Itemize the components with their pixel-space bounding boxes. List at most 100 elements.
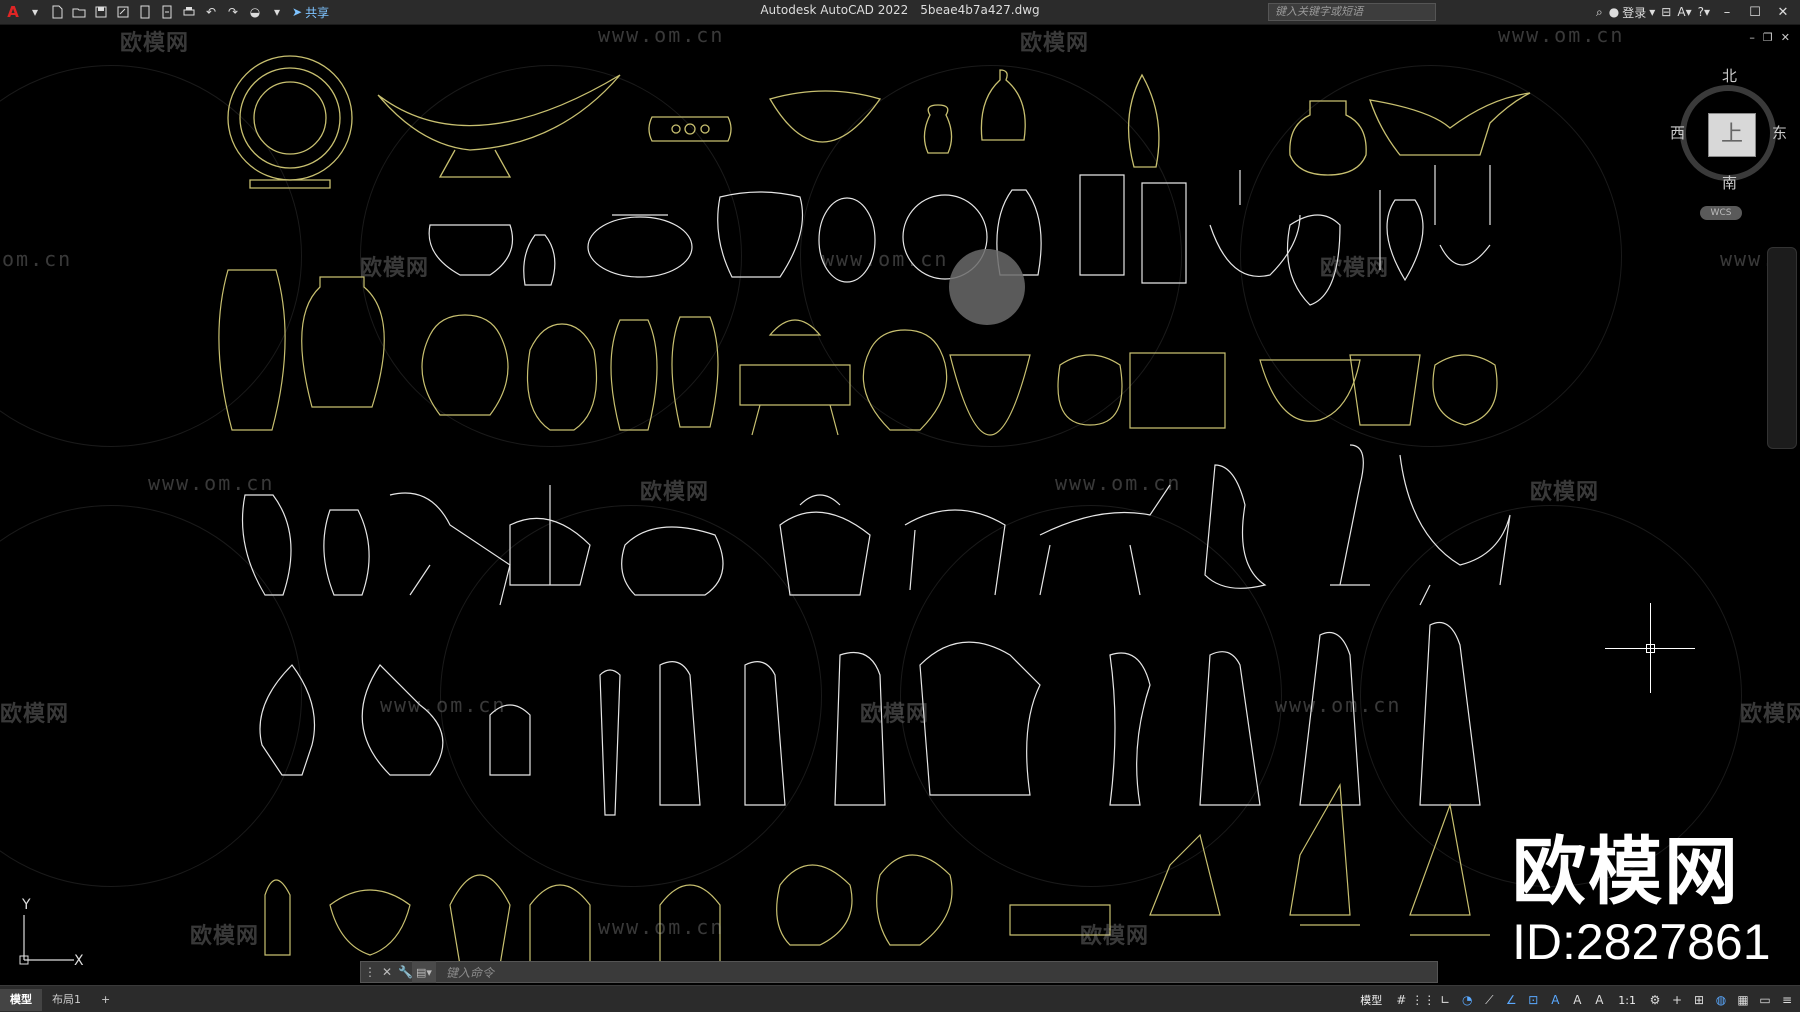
censer [739, 319, 851, 436]
viewcube-top-face[interactable]: 上 [1708, 113, 1756, 157]
ucs-x-label: X [74, 953, 84, 969]
minimize-icon[interactable]: – [1716, 5, 1738, 20]
open-web-icon[interactable] [136, 3, 154, 21]
wcs-menu[interactable]: WCS [1700, 206, 1742, 220]
clean-screen-icon[interactable]: ▭ [1756, 991, 1774, 1009]
share-icon: ➤ [292, 5, 303, 19]
brand-overlay: 欧模网 ID:2827861 [1512, 835, 1771, 967]
cart-icon[interactable]: ⊟ [1661, 5, 1671, 19]
command-grip-icon[interactable]: ⋮ [364, 965, 376, 979]
compass-south[interactable]: 南 [1722, 172, 1737, 193]
settings-gear-icon[interactable]: ⚙ [1646, 991, 1664, 1009]
user-icon: ● [1608, 5, 1620, 19]
tripod-pot [1432, 354, 1498, 426]
maximize-icon[interactable]: ☐ [1744, 5, 1766, 20]
viewport-minimize-icon[interactable]: – [1749, 31, 1755, 44]
candelabra-left [1209, 170, 1301, 277]
watermark-url: www.om.cn [598, 915, 725, 939]
ucs-icon: Y X [14, 895, 94, 979]
command-close-icon[interactable]: ✕ [382, 965, 392, 979]
open-folder-icon[interactable] [70, 3, 88, 21]
watermark-url: www.om.cn [822, 247, 949, 271]
compass-north[interactable]: 北 [1722, 65, 1737, 86]
drawing-canvas[interactable]: 欧模网 www.om.cn 欧模网 www.om.cn om.cn 欧模网 ww… [0, 25, 1800, 985]
share-label: 共享 [305, 5, 330, 20]
object-snap-icon[interactable]: ⊡ [1524, 991, 1542, 1009]
polar-tracking-icon[interactable]: ◔ [1458, 991, 1476, 1009]
command-input[interactable]: 键入命令 [446, 964, 494, 981]
watermark-logo: 欧模网 [1740, 702, 1800, 727]
watermark-logo: 欧模网 [640, 480, 710, 505]
app-menu-chevron-icon[interactable]: ▾ [26, 3, 44, 21]
save-as-icon[interactable] [114, 3, 132, 21]
watermark-url: www.om.cn [1055, 471, 1182, 495]
ucs-y-label: Y [21, 897, 31, 913]
autodesk-a360-icon[interactable]: A▾ [1677, 5, 1691, 19]
candelabra-right [1434, 165, 1491, 266]
autocad-logo-icon[interactable]: A [4, 3, 22, 21]
pitcher [717, 191, 803, 278]
workspace-chevron-icon[interactable]: ▾ [268, 3, 286, 21]
close-icon[interactable]: ✕ [1772, 5, 1794, 20]
search-icon[interactable]: ⌕ [1596, 5, 1603, 20]
tall-cup [1349, 354, 1421, 426]
isometric-icon[interactable]: ⟋ [1480, 991, 1498, 1009]
busts-row [264, 783, 1490, 966]
watermark-logo: 欧模网 [1320, 256, 1390, 281]
bust-1 [776, 864, 853, 946]
login-label: 登录 [1622, 5, 1647, 20]
teapot [428, 224, 514, 276]
add-layout-icon[interactable]: + [91, 989, 120, 1011]
auto-scale-icon[interactable]: A [1568, 991, 1586, 1009]
snap-icon[interactable]: ⋮⋮ [1411, 991, 1435, 1009]
command-line[interactable] [360, 961, 1438, 983]
winged-bowl [1369, 92, 1531, 156]
command-customize-icon[interactable]: 🔧 [398, 965, 413, 979]
hardware-acceleration-icon[interactable]: ▦ [1734, 991, 1752, 1009]
navigation-bar[interactable] [1767, 247, 1797, 449]
save-web-icon[interactable] [158, 3, 176, 21]
grid-icon[interactable]: # [1392, 991, 1410, 1009]
kneeling-figure [1204, 464, 1267, 589]
customization-menu-icon[interactable]: ≡ [1778, 991, 1796, 1009]
venus-statue [1199, 651, 1261, 806]
isolate-objects-icon[interactable]: ◍ [1712, 991, 1730, 1009]
plot-icon[interactable] [180, 3, 198, 21]
compass-west[interactable]: 西 [1670, 122, 1685, 143]
viewport-restore-icon[interactable]: ❐ [1763, 31, 1773, 44]
recent-commands-icon[interactable]: ▤▾ [412, 961, 436, 983]
quick-access-toolbar: A ▾ ↶ ↷ ◒ ▾ ➤ 共享 [0, 3, 329, 21]
login-chevron-icon: ▾ [1649, 5, 1656, 19]
soldier-statue [1299, 631, 1361, 806]
bust-2 [876, 854, 953, 946]
redo-icon[interactable]: ↷ [224, 3, 242, 21]
annotation-visibility-icon[interactable]: A [1546, 991, 1564, 1009]
flower-vase [610, 319, 658, 431]
plus-icon[interactable]: + [1668, 991, 1686, 1009]
tab-layout1[interactable]: 布局1 [42, 989, 91, 1011]
units-icon[interactable]: ⊞ [1690, 991, 1708, 1009]
viewcube[interactable]: 北 西 东 南 上 WCS [1670, 65, 1790, 225]
annotation-scale-icon[interactable]: A [1590, 991, 1608, 1009]
model-space-toggle[interactable]: 模型 [1354, 992, 1388, 1008]
help-icon[interactable]: ?▾ [1698, 5, 1710, 19]
annotation-scale-value[interactable]: 1:1 [1612, 994, 1642, 1007]
floral-jars [1129, 352, 1226, 429]
new-file-icon[interactable] [48, 3, 66, 21]
roman-statue [1419, 621, 1481, 806]
save-icon[interactable] [92, 3, 110, 21]
patterned-vase [218, 269, 286, 431]
share-button[interactable]: ➤ 共享 [292, 4, 329, 21]
workspace-icon[interactable]: ◒ [246, 3, 264, 21]
login-button[interactable]: ● 登录 ▾ [1609, 4, 1656, 21]
undo-icon[interactable]: ↶ [202, 3, 220, 21]
horse-head [449, 874, 511, 966]
viewport-close-icon[interactable]: ✕ [1781, 31, 1790, 44]
watermark-logo: 欧模网 [0, 702, 70, 727]
tab-model[interactable]: 模型 [0, 988, 42, 1011]
object-snap-tracking-icon[interactable]: ∠ [1502, 991, 1520, 1009]
compass-east[interactable]: 东 [1772, 122, 1787, 143]
search-input[interactable]: 键入关键字或短语 [1268, 3, 1436, 21]
ortho-icon[interactable]: ∟ [1436, 991, 1454, 1009]
watermark-logo: 欧模网 [1020, 31, 1090, 56]
